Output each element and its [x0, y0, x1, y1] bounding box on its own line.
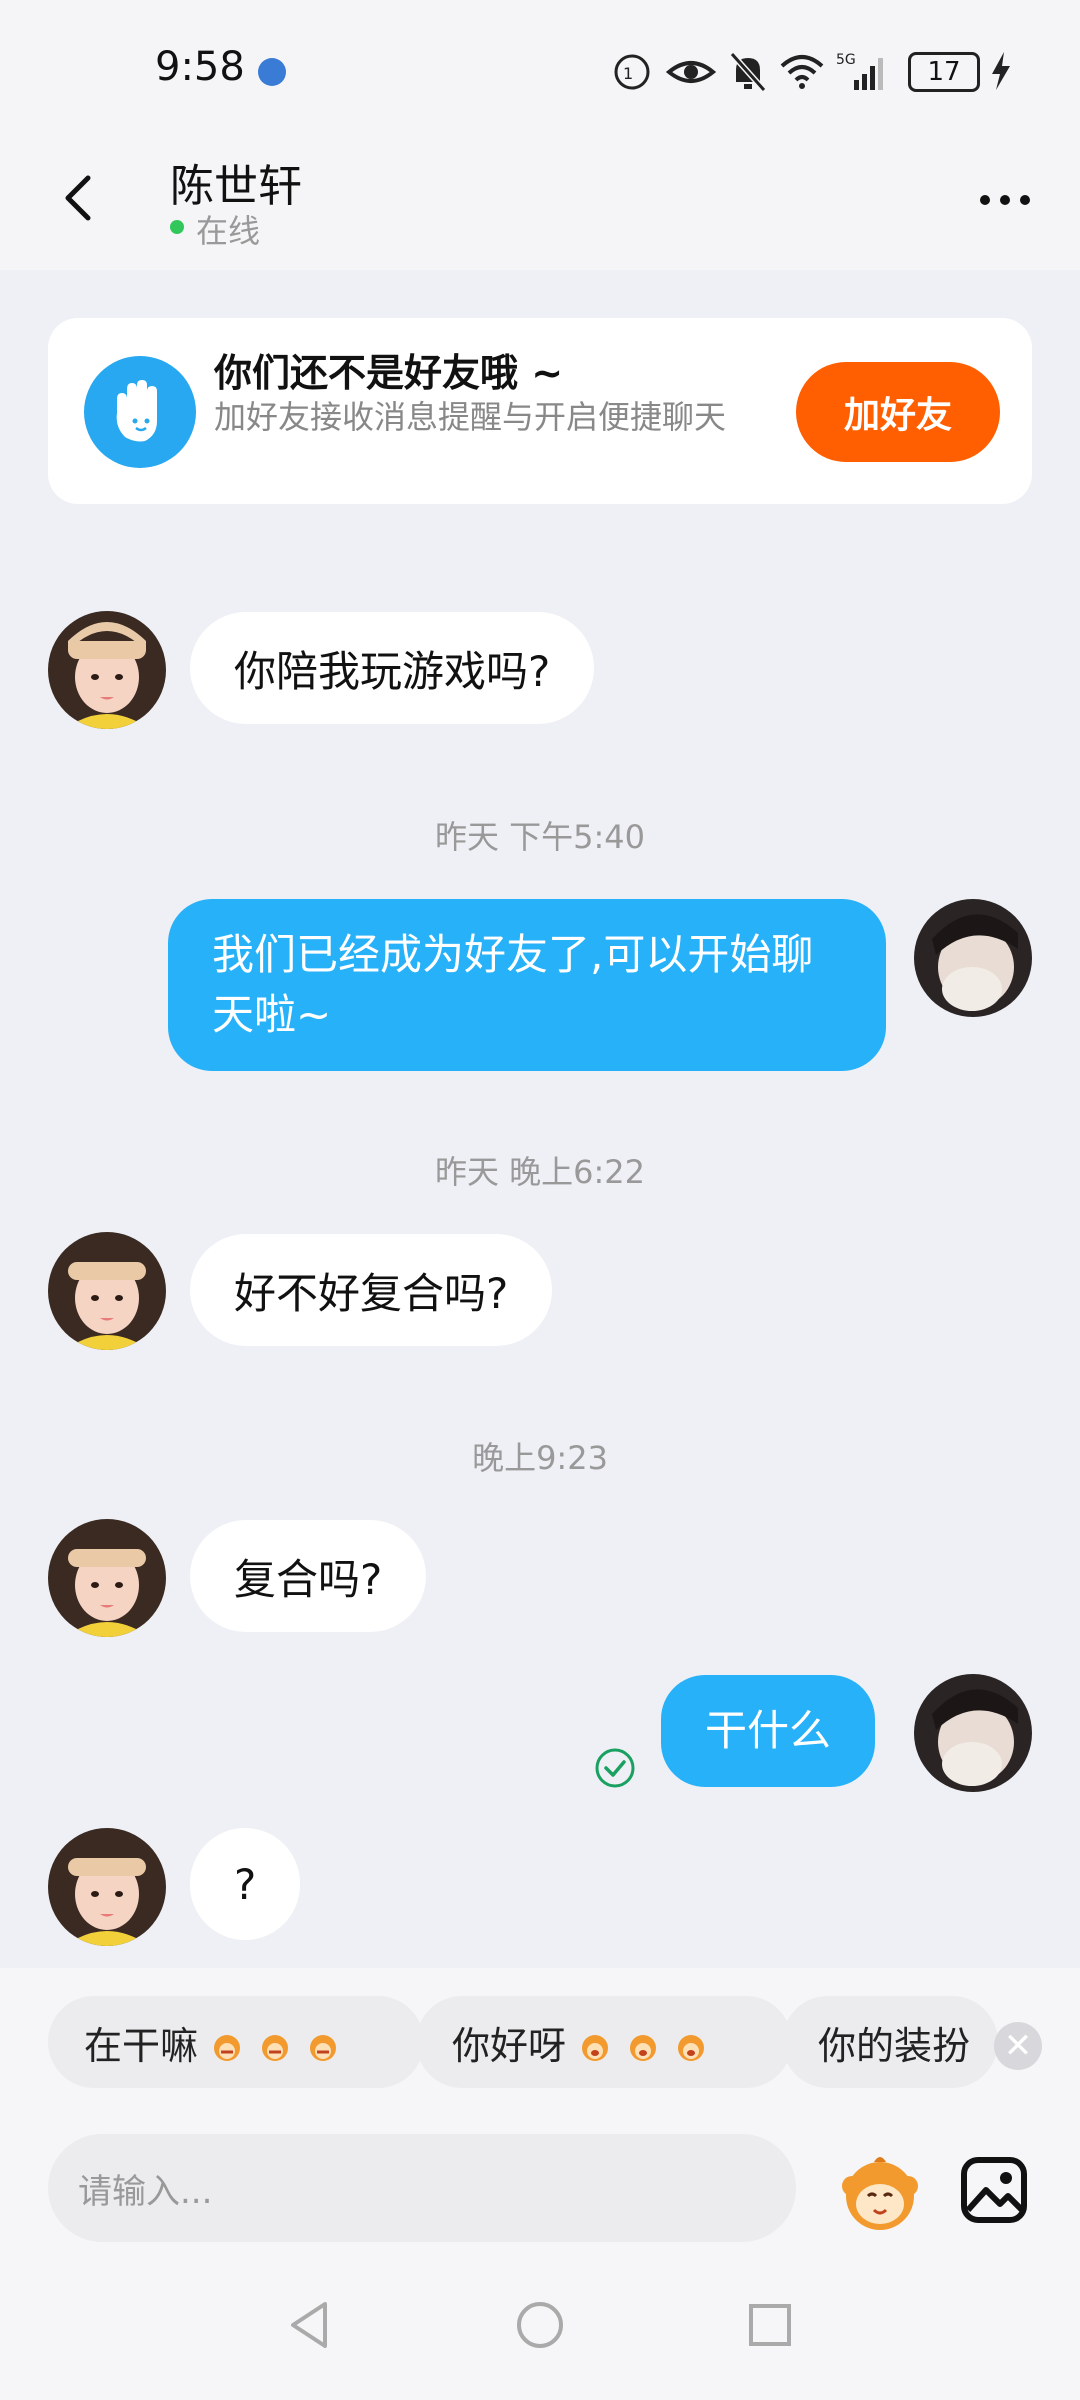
monkey-emoji-icon: [576, 2027, 614, 2061]
contact-avatar[interactable]: [48, 1232, 166, 1350]
svg-text:5G: 5G: [836, 52, 856, 68]
card-description: 加好友接收消息提醒与开启便捷聊天: [214, 398, 727, 436]
monkey-emoji-icon: [624, 2027, 662, 2061]
online-status-text: 在线: [196, 212, 261, 250]
svg-text:1: 1: [623, 64, 633, 83]
globe-icon: [258, 58, 286, 86]
hd-icon: 1: [614, 54, 650, 90]
user-avatar[interactable]: [914, 1674, 1032, 1792]
status-time: 9:58: [155, 44, 245, 90]
quick-reply-text: 你的装扮: [818, 2023, 971, 2068]
user-avatar[interactable]: [914, 899, 1032, 1017]
quick-reply-chip[interactable]: 你好呀: [416, 1996, 792, 2088]
message-bubble-outgoing[interactable]: 我们已经成为好友了,可以开始聊天啦~: [168, 899, 886, 1071]
quick-reply-chip[interactable]: 在干嘛: [48, 1996, 424, 2088]
quick-reply-text: 在干嘛: [84, 2023, 199, 2068]
timestamp: 昨天 晚上6:22: [434, 1153, 646, 1191]
mute-icon: [729, 52, 767, 92]
monkey-emoji-icon: [304, 2027, 342, 2061]
timestamp: 昨天 下午5:40: [434, 818, 646, 856]
chat-header: 陈世轩 在线: [0, 140, 1080, 270]
close-quick-replies-button[interactable]: ✕: [994, 2022, 1042, 2070]
monkey-emoji-icon: [672, 2027, 710, 2061]
charging-icon: [992, 52, 1010, 90]
eye-icon: [666, 61, 716, 83]
message-bubble-incoming[interactable]: ?: [190, 1828, 301, 1940]
nav-recents-icon[interactable]: [735, 2290, 805, 2360]
hidden-timestamp: [0, 520, 1080, 542]
signal-icon: 5G: [836, 52, 883, 90]
monkey-emoji-icon: [256, 2027, 294, 2061]
contact-name[interactable]: 陈世轩: [170, 150, 302, 214]
contact-avatar[interactable]: [48, 1519, 166, 1637]
message-bubble-outgoing[interactable]: 干什么: [661, 1675, 876, 1787]
emoji-sticker-button[interactable]: [834, 2146, 926, 2238]
message-bubble-incoming[interactable]: 你陪我玩游戏吗?: [190, 612, 595, 724]
card-title: 你们还不是好友哦 ~: [214, 351, 564, 395]
status-bar: 9:58 1 5G 17: [0, 0, 1080, 140]
system-navigation-bar: [0, 2250, 1080, 2400]
quick-reply-text: 你好呀: [452, 2023, 567, 2068]
nav-home-icon[interactable]: [505, 2290, 575, 2360]
message-input[interactable]: 请输入...: [48, 2134, 796, 2242]
online-status-dot: [170, 220, 184, 234]
message-bubble-incoming[interactable]: 好不好复合吗?: [190, 1234, 553, 1346]
nav-back-icon[interactable]: [275, 2290, 345, 2360]
contact-avatar[interactable]: [48, 1828, 166, 1946]
add-friend-button[interactable]: 加好友: [796, 362, 1000, 462]
more-options-button[interactable]: [970, 180, 1040, 220]
quick-reply-bar: 在干嘛 你好呀 你的装扮 ✕: [0, 1968, 1080, 2100]
monkey-emoji-icon: [208, 2027, 246, 2061]
add-friend-card: 你们还不是好友哦 ~ 加好友接收消息提醒与开启便捷聊天 加好友: [48, 318, 1032, 504]
input-bar: 请输入...: [0, 2100, 1080, 2250]
back-button[interactable]: [50, 168, 110, 228]
read-receipt-icon: [595, 1748, 635, 1788]
timestamp: 晚上9:23: [472, 1439, 608, 1477]
quick-reply-chip[interactable]: 你的装扮: [782, 1996, 998, 2088]
contact-avatar[interactable]: [48, 611, 166, 729]
battery-indicator: 17: [908, 52, 980, 92]
message-bubble-incoming[interactable]: 复合吗?: [190, 1520, 427, 1632]
image-picker-button[interactable]: [958, 2154, 1030, 2226]
wifi-icon: [780, 55, 824, 89]
hand-wave-icon: [84, 356, 196, 468]
